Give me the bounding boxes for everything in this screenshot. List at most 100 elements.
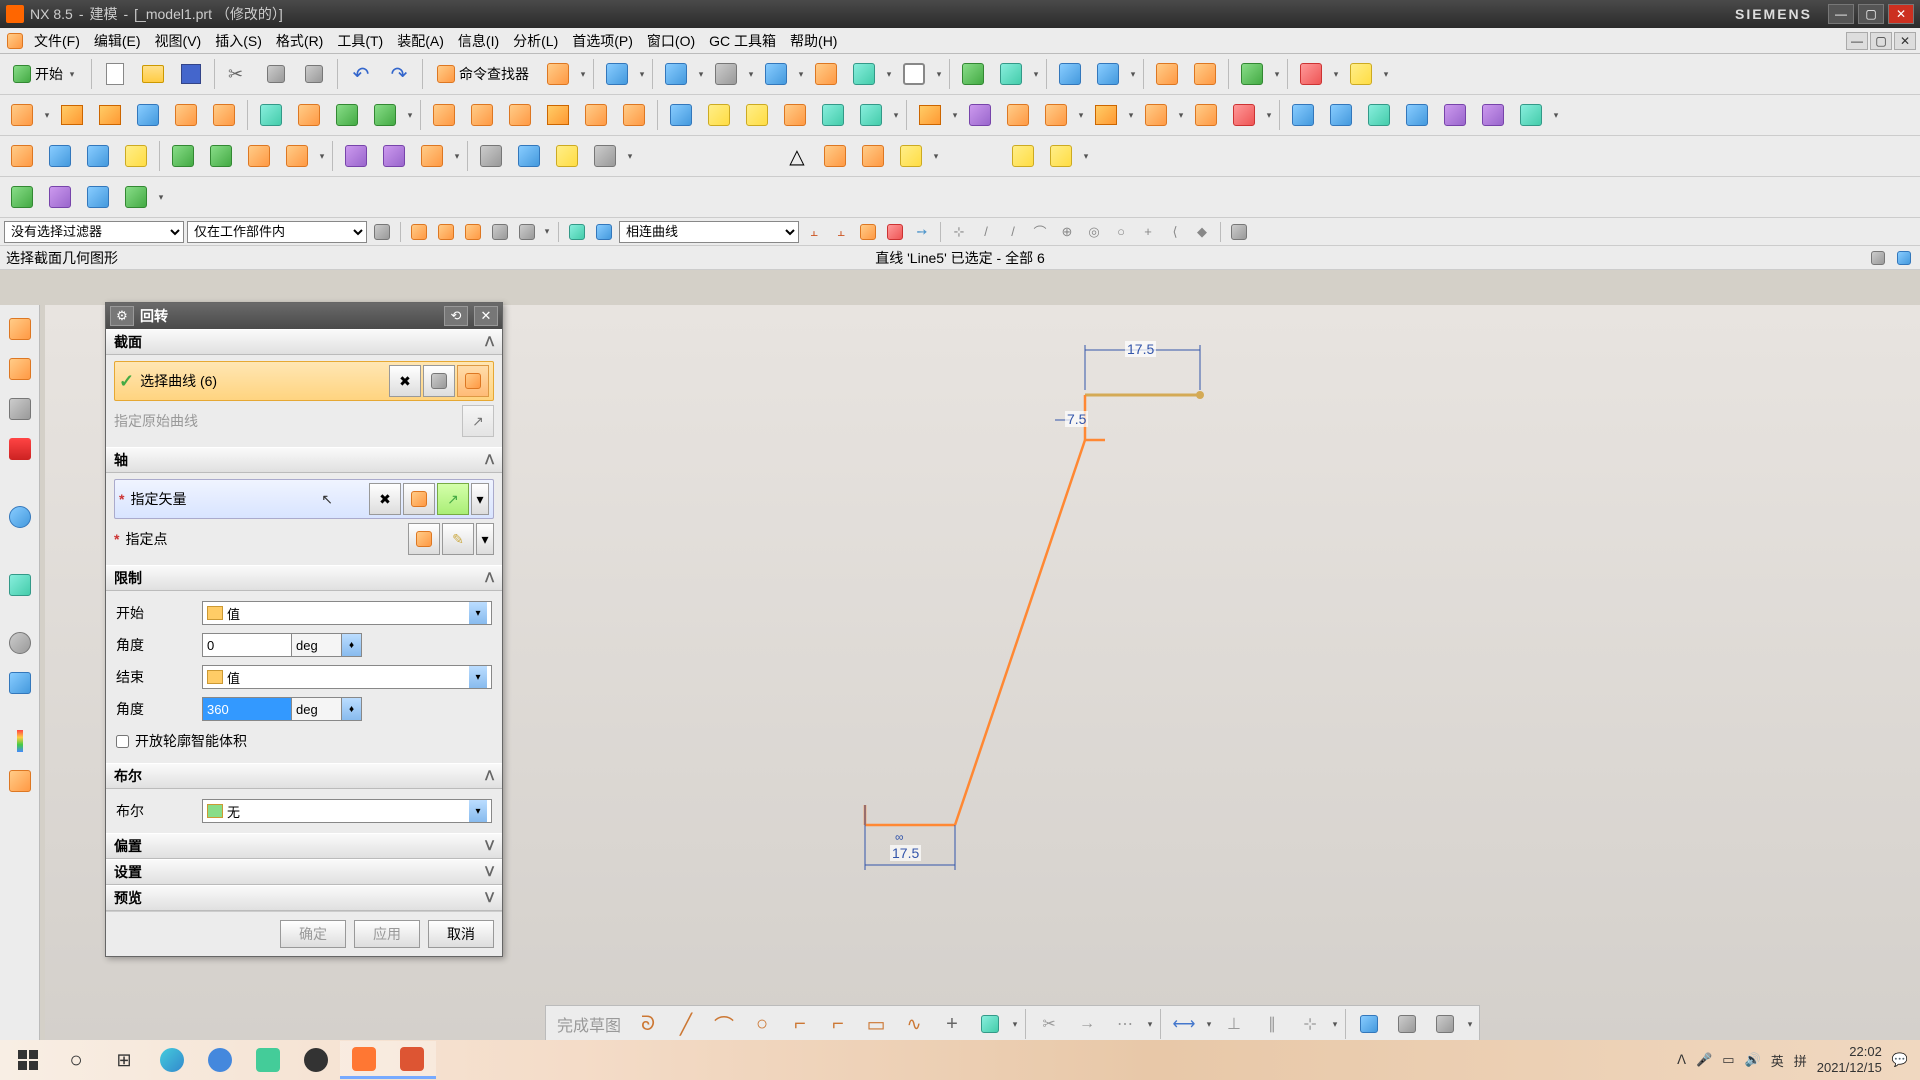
tray-chevron-icon[interactable]: ᐱ xyxy=(1677,1052,1686,1068)
tb-btn-14[interactable] xyxy=(1187,56,1223,92)
feat-btn-26[interactable] xyxy=(1088,97,1124,133)
tb3-btn-8[interactable] xyxy=(279,138,315,174)
vector-dropdown-button[interactable]: ▾ xyxy=(471,483,489,515)
tray-clock[interactable]: 22:02 2021/12/15 xyxy=(1817,1044,1882,1075)
rail-hd3d[interactable] xyxy=(4,501,36,533)
tray-battery-icon[interactable]: ▭ xyxy=(1722,1052,1734,1068)
menu-prefs[interactable]: 首选项(P) xyxy=(566,29,639,53)
menu-format[interactable]: 格式(R) xyxy=(270,29,329,53)
feat-btn-2[interactable] xyxy=(92,97,128,133)
sk-dim[interactable]: ⟷ xyxy=(1166,1006,1202,1042)
dropdown-icon[interactable]: ▾ xyxy=(1076,110,1086,121)
rail-browser[interactable] xyxy=(4,569,36,601)
start-menu-button[interactable] xyxy=(4,1041,52,1079)
dropdown-icon[interactable]: ▾ xyxy=(1204,1019,1214,1030)
tb-btn-13[interactable] xyxy=(1149,56,1185,92)
obs-taskbar-button[interactable] xyxy=(292,1041,340,1079)
fb-2[interactable] xyxy=(407,220,431,244)
dropdown-icon[interactable]: ▾ xyxy=(578,69,588,80)
curve-rule-select[interactable]: 相连曲线 xyxy=(619,221,799,243)
pr-btn-1[interactable] xyxy=(1866,246,1890,270)
dropdown-icon[interactable]: ▾ xyxy=(1126,110,1136,121)
dropdown-icon[interactable]: ▾ xyxy=(884,69,894,80)
feat-btn-32[interactable] xyxy=(1361,97,1397,133)
snap-2[interactable]: / xyxy=(974,220,998,244)
select-curve-row[interactable]: ✓ 选择曲线 (6) ✖ xyxy=(114,361,494,401)
feat-btn-8[interactable] xyxy=(329,97,365,133)
tb4-btn-2[interactable] xyxy=(42,179,78,215)
sk-con2[interactable]: ∥ xyxy=(1254,1006,1290,1042)
snap-7[interactable]: ○ xyxy=(1109,220,1133,244)
dialog-close-button[interactable]: ✕ xyxy=(474,306,498,326)
tb3-btn-15[interactable] xyxy=(587,138,623,174)
nx-taskbar-button[interactable] xyxy=(340,1041,388,1079)
snap-3[interactable]: / xyxy=(1001,220,1025,244)
tb4-btn-3[interactable] xyxy=(80,179,116,215)
menu-assembly[interactable]: 装配(A) xyxy=(391,29,450,53)
feat-btn-29[interactable] xyxy=(1226,97,1262,133)
section-settings-header[interactable]: 设置ᐯ xyxy=(106,859,502,885)
tb-btn-1[interactable] xyxy=(540,56,576,92)
dropdown-icon[interactable]: ▾ xyxy=(1128,69,1138,80)
point-dropdown-button[interactable]: ▾ xyxy=(476,523,494,555)
fb-9[interactable]: ⫠ xyxy=(802,220,826,244)
specify-point-row[interactable]: * 指定点 ✎ ▾ xyxy=(114,519,494,559)
section-section-header[interactable]: 截面ᐱ xyxy=(106,329,502,355)
section-offset-header[interactable]: 偏置ᐯ xyxy=(106,833,502,859)
sk-more4[interactable] xyxy=(1389,1006,1425,1042)
feat-btn-28[interactable] xyxy=(1188,97,1224,133)
dropdown-icon[interactable]: ▾ xyxy=(1031,69,1041,80)
menu-file[interactable]: 文件(F) xyxy=(28,29,86,53)
snap-8[interactable]: + xyxy=(1136,220,1160,244)
copy-button[interactable] xyxy=(258,56,294,92)
feat-btn-14[interactable] xyxy=(578,97,614,133)
feat-btn-21[interactable] xyxy=(853,97,889,133)
tb3-btn-4[interactable] xyxy=(118,138,154,174)
dropdown-icon[interactable]: ▾ xyxy=(934,69,944,80)
fb-10[interactable]: ⫠ xyxy=(829,220,853,244)
dropdown-icon[interactable]: ▾ xyxy=(931,151,941,162)
tb3-btn-19[interactable] xyxy=(893,138,929,174)
rail-assembly-navigator[interactable] xyxy=(4,353,36,385)
menu-gctoolbox[interactable]: GC 工具箱 xyxy=(703,29,782,53)
menu-edit[interactable]: 编辑(E) xyxy=(88,29,147,53)
menu-analysis[interactable]: 分析(L) xyxy=(507,29,564,53)
dropdown-icon[interactable]: ▾ xyxy=(452,151,462,162)
tb-btn-11[interactable] xyxy=(1052,56,1088,92)
point-dialog-button[interactable] xyxy=(408,523,440,555)
sk-more2[interactable]: ⋯ xyxy=(1107,1006,1143,1042)
fb-3[interactable] xyxy=(434,220,458,244)
tray-mic-icon[interactable]: 🎤 xyxy=(1696,1052,1712,1068)
feat-btn-30[interactable] xyxy=(1285,97,1321,133)
rail-process[interactable] xyxy=(4,667,36,699)
feat-btn-35[interactable] xyxy=(1475,97,1511,133)
section-limits-header[interactable]: 限制ᐱ xyxy=(106,565,502,591)
menu-insert[interactable]: 插入(S) xyxy=(209,29,268,53)
sk-line[interactable]: ╱ xyxy=(668,1006,704,1042)
tb-btn-8[interactable] xyxy=(896,56,932,92)
dialog-options-button[interactable]: ⚙ xyxy=(110,306,134,326)
mdi-close-button[interactable]: ✕ xyxy=(1894,32,1916,50)
dropdown-icon[interactable]: ▾ xyxy=(42,110,52,121)
feat-btn-1[interactable] xyxy=(54,97,90,133)
pr-btn-2[interactable] xyxy=(1892,246,1916,270)
tb-btn-3[interactable] xyxy=(658,56,694,92)
feat-btn-5[interactable] xyxy=(206,97,242,133)
dropdown-icon[interactable]: ▾ xyxy=(1465,1019,1475,1030)
open-button[interactable] xyxy=(135,56,171,92)
dropdown-icon[interactable]: ▾ xyxy=(1145,1019,1155,1030)
tb3-btn-2[interactable] xyxy=(42,138,78,174)
tb3-btn-6[interactable] xyxy=(203,138,239,174)
powerpoint-taskbar-button[interactable] xyxy=(388,1041,436,1079)
section-axis-header[interactable]: 轴ᐱ xyxy=(106,447,502,473)
dropdown-icon[interactable]: ▾ xyxy=(637,69,647,80)
tb-btn-9[interactable] xyxy=(955,56,991,92)
tb3-btn-12[interactable] xyxy=(473,138,509,174)
tb3-btn-20[interactable] xyxy=(1005,138,1041,174)
fb-12[interactable] xyxy=(883,220,907,244)
edge-taskbar-button[interactable] xyxy=(148,1041,196,1079)
feat-btn-9[interactable] xyxy=(367,97,403,133)
sk-more1[interactable] xyxy=(972,1006,1008,1042)
sk-more5[interactable] xyxy=(1427,1006,1463,1042)
rail-system[interactable] xyxy=(4,765,36,797)
